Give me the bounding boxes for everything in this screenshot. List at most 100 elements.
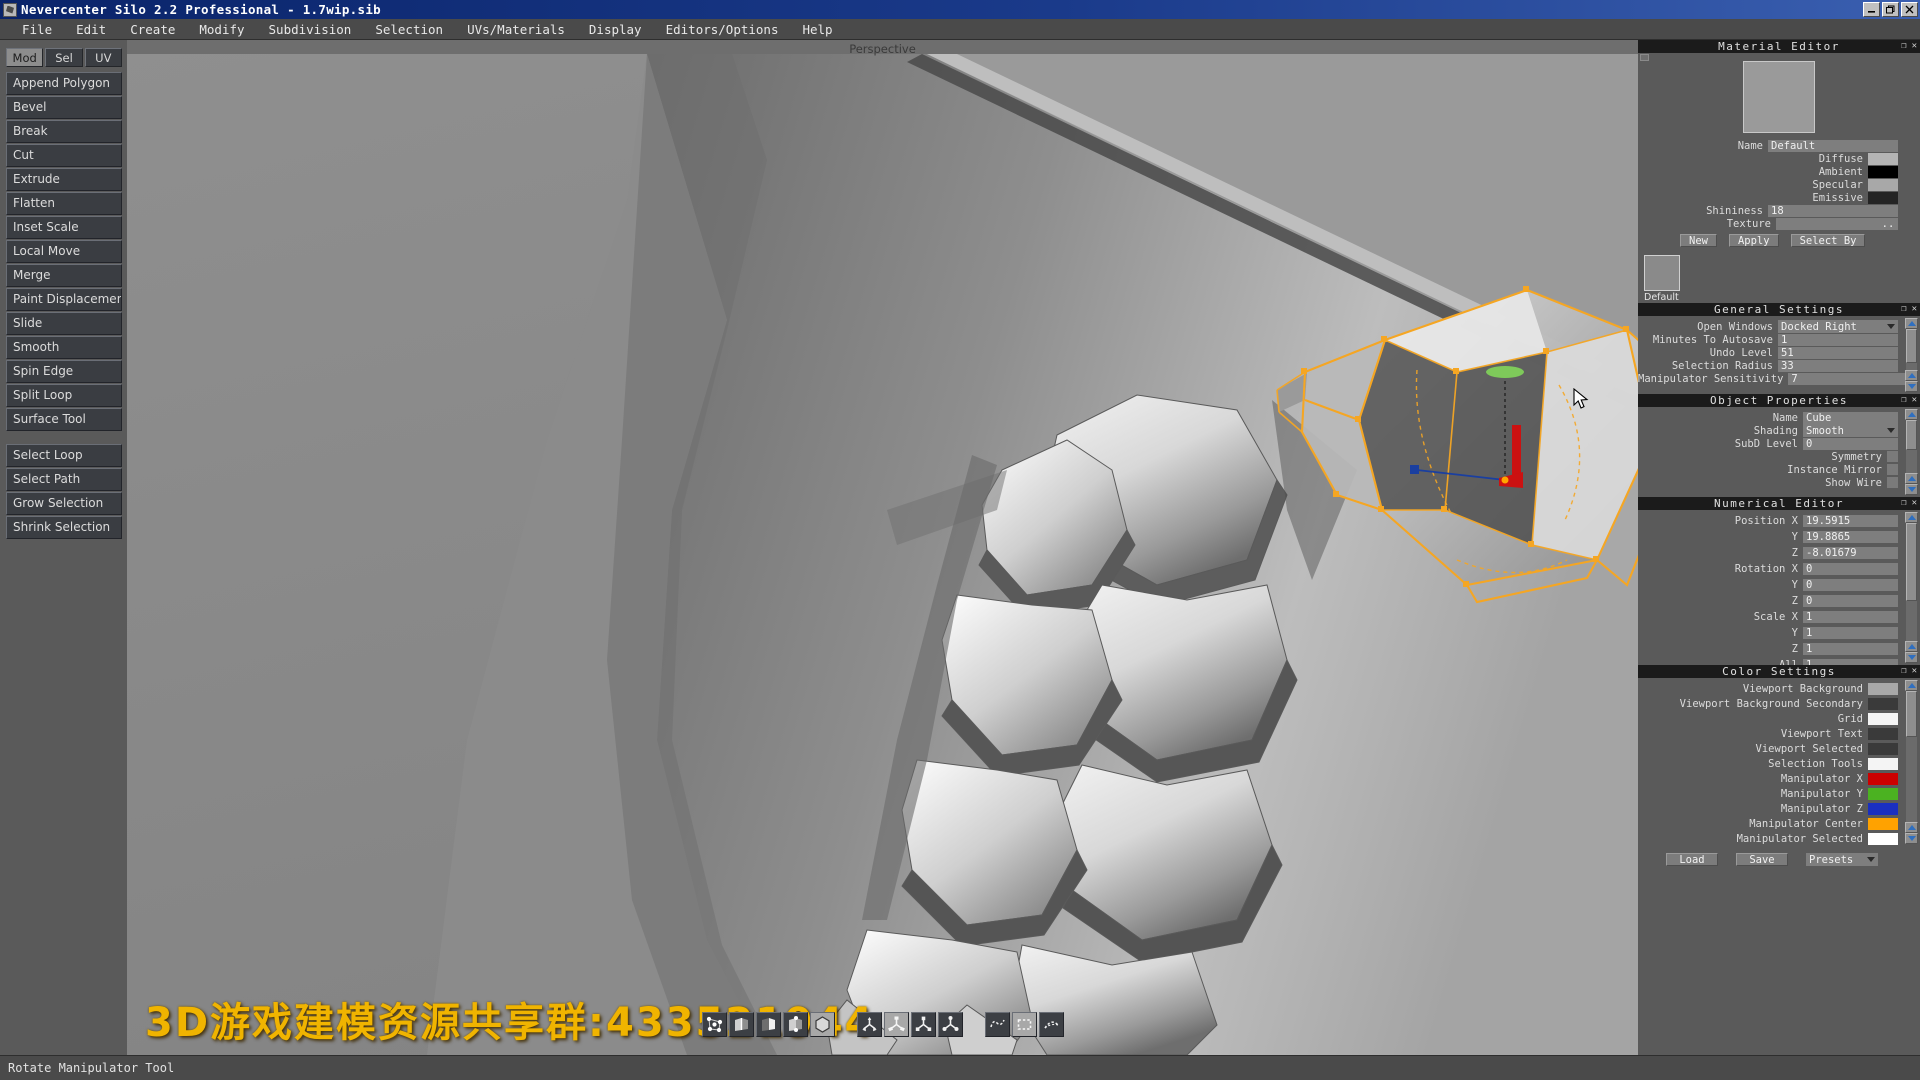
rotation-x-field[interactable]: 0 — [1803, 562, 1898, 575]
color-save-button[interactable]: Save — [1736, 853, 1788, 866]
general-settings-header[interactable]: General Settings ❐ ✕ — [1638, 303, 1920, 316]
numerical-editor-maximize-icon[interactable]: ❐ — [1901, 498, 1906, 509]
color-settings-scroll-track[interactable] — [1906, 691, 1917, 822]
undo-level-field[interactable]: 51 — [1778, 346, 1898, 359]
lasso-select-icon[interactable] — [984, 1012, 1010, 1037]
tool-append-polygon[interactable]: Append Polygon — [6, 72, 122, 95]
material-select-by-button[interactable]: Select By — [1790, 234, 1866, 247]
material-editor-maximize-icon[interactable]: ❐ — [1901, 41, 1906, 52]
material-name-field[interactable]: Default — [1768, 139, 1898, 152]
menu-help[interactable]: Help — [790, 22, 844, 37]
minimize-button[interactable] — [1863, 2, 1880, 17]
rotation-z-field[interactable]: 0 — [1803, 594, 1898, 607]
material-texture-browse-button[interactable]: .. — [1878, 217, 1898, 230]
object-properties-scroll-thumb[interactable] — [1906, 420, 1917, 450]
material-new-button[interactable]: New — [1680, 234, 1717, 247]
material-library-item-default[interactable] — [1644, 255, 1680, 291]
rectangle-select-icon[interactable] — [1011, 1012, 1037, 1037]
open-windows-combo[interactable]: Docked Right — [1778, 320, 1898, 333]
material-apply-button[interactable]: Apply — [1728, 234, 1779, 247]
rotate-manipulator-icon[interactable] — [883, 1012, 909, 1037]
general-settings-scroll-down[interactable] — [1905, 381, 1918, 392]
tool-cut[interactable]: Cut — [6, 144, 122, 167]
material-editor-header[interactable]: Material Editor ❐ ✕ — [1638, 40, 1920, 53]
rotation-y-field[interactable]: 0 — [1803, 578, 1898, 591]
menu-uvs-materials[interactable]: UVs/Materials — [455, 22, 577, 37]
object-name-field[interactable]: Cube — [1803, 411, 1898, 424]
paint-select-icon[interactable] — [1038, 1012, 1064, 1037]
vertex-mode-icon[interactable] — [701, 1012, 727, 1037]
object-instance-mirror-checkbox[interactable] — [1887, 464, 1898, 475]
color-viewport-background-secondary-swatch[interactable] — [1868, 697, 1898, 710]
menu-edit[interactable]: Edit — [64, 22, 118, 37]
tab-sel[interactable]: Sel — [45, 48, 83, 67]
object-properties-close-icon[interactable]: ✕ — [1912, 395, 1917, 406]
edge-mode-icon[interactable] — [728, 1012, 754, 1037]
position-y-field[interactable]: 19.8865 — [1803, 530, 1898, 543]
menu-file[interactable]: File — [10, 22, 64, 37]
object-symmetry-checkbox[interactable] — [1887, 451, 1898, 462]
object-properties-scroll-up[interactable] — [1905, 409, 1918, 420]
numerical-editor-scroll-up[interactable] — [1905, 512, 1918, 523]
color-manipulator-center-swatch[interactable] — [1868, 817, 1898, 830]
tool-inset-scale[interactable]: Inset Scale — [6, 216, 122, 239]
tool-shrink-selection[interactable]: Shrink Selection — [6, 516, 122, 539]
color-settings-scroll-thumb[interactable] — [1906, 691, 1917, 737]
object-subd-level-field[interactable]: 0 — [1803, 437, 1898, 450]
object-properties-scrollbar[interactable] — [1905, 409, 1918, 495]
numerical-editor-scroll-thumb[interactable] — [1906, 523, 1917, 601]
object-properties-header[interactable]: Object Properties ❐ ✕ — [1638, 394, 1920, 407]
object-properties-scroll-down[interactable] — [1905, 484, 1918, 495]
color-manipulator-selected-swatch[interactable] — [1868, 832, 1898, 845]
object-properties-scroll-track[interactable] — [1906, 420, 1917, 473]
color-settings-scroll-up-2[interactable] — [1905, 822, 1918, 833]
move-manipulator-icon[interactable] — [856, 1012, 882, 1037]
polygon-mode-icon[interactable] — [782, 1012, 808, 1037]
tool-extrude[interactable]: Extrude — [6, 168, 122, 191]
numerical-editor-scroll-down[interactable] — [1905, 652, 1918, 663]
general-settings-scrollbar[interactable] — [1905, 318, 1918, 392]
menu-selection[interactable]: Selection — [363, 22, 455, 37]
menu-subdivision[interactable]: Subdivision — [257, 22, 364, 37]
object-mode-icon[interactable] — [809, 1012, 835, 1037]
material-editor-collapse-icon[interactable] — [1640, 54, 1649, 61]
color-settings-scroll-down[interactable] — [1905, 833, 1918, 844]
color-settings-scrollbar[interactable] — [1905, 680, 1918, 844]
numerical-editor-scroll-track[interactable] — [1906, 523, 1917, 641]
material-preview-swatch[interactable] — [1743, 61, 1815, 133]
tool-paint-displacement[interactable]: Paint Displacement — [6, 288, 122, 311]
general-settings-scroll-up-2[interactable] — [1905, 370, 1918, 381]
color-load-button[interactable]: Load — [1666, 853, 1718, 866]
tab-uv[interactable]: UV — [84, 48, 122, 67]
window-titlebar[interactable]: Nevercenter Silo 2.2 Professional - 1.7w… — [0, 0, 1920, 19]
restore-button[interactable] — [1882, 2, 1899, 17]
color-manipulator-z-swatch[interactable] — [1868, 802, 1898, 815]
numerical-editor-scroll-up-2[interactable] — [1905, 641, 1918, 652]
tool-grow-selection[interactable]: Grow Selection — [6, 492, 122, 515]
position-x-field[interactable]: 19.5915 — [1803, 514, 1898, 527]
material-editor-close-icon[interactable]: ✕ — [1912, 41, 1917, 52]
universal-manipulator-icon[interactable] — [937, 1012, 963, 1037]
material-specular-swatch[interactable] — [1868, 178, 1898, 191]
color-viewport-text-swatch[interactable] — [1868, 727, 1898, 740]
menu-modify[interactable]: Modify — [187, 22, 256, 37]
tool-smooth[interactable]: Smooth — [6, 336, 122, 359]
scale-z-field[interactable]: 1 — [1803, 642, 1898, 655]
menu-display[interactable]: Display — [577, 22, 654, 37]
material-texture-field[interactable] — [1776, 217, 1878, 230]
tool-surface-tool[interactable]: Surface Tool — [6, 408, 122, 431]
object-shading-combo[interactable]: Smooth — [1803, 424, 1898, 437]
general-settings-close-icon[interactable]: ✕ — [1912, 304, 1917, 315]
selection-radius-field[interactable]: 33 — [1778, 359, 1898, 372]
color-settings-header[interactable]: Color Settings ❐ ✕ — [1638, 665, 1920, 678]
numerical-editor-header[interactable]: Numerical Editor ❐ ✕ — [1638, 497, 1920, 510]
color-settings-scroll-up[interactable] — [1905, 680, 1918, 691]
tab-mod[interactable]: Mod — [6, 48, 44, 67]
tool-select-path[interactable]: Select Path — [6, 468, 122, 491]
object-properties-maximize-icon[interactable]: ❐ — [1901, 395, 1906, 406]
tool-break[interactable]: Break — [6, 120, 122, 143]
material-shininess-field[interactable]: 18 — [1768, 204, 1898, 217]
color-presets-combo[interactable]: Presets — [1806, 853, 1878, 866]
object-properties-scroll-up-2[interactable] — [1905, 473, 1918, 484]
color-grid-swatch[interactable] — [1868, 712, 1898, 725]
